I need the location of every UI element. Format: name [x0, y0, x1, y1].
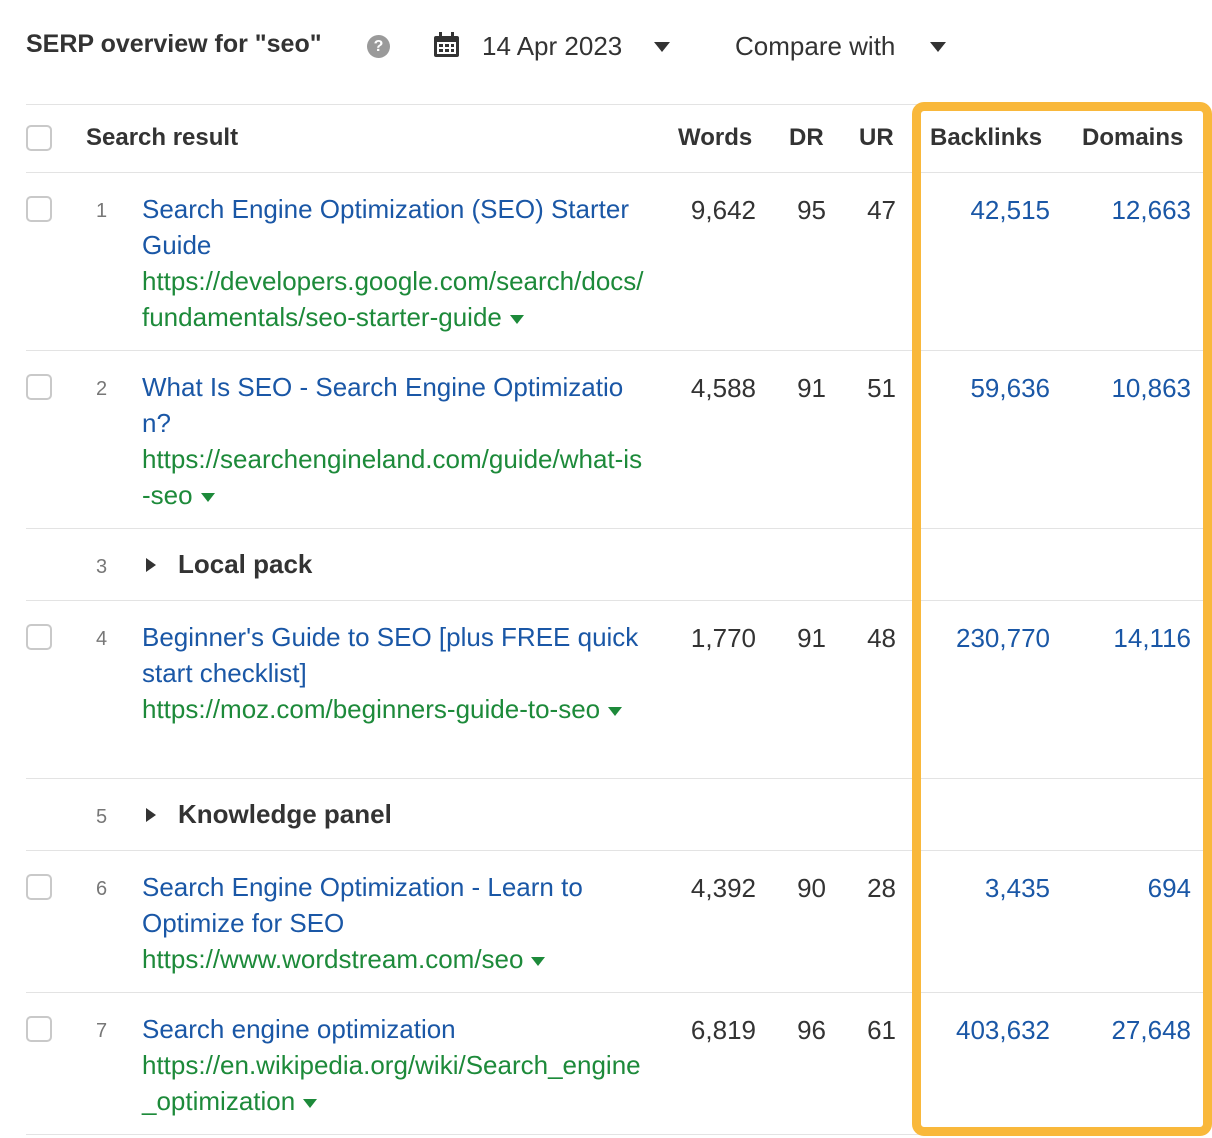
result-url-link[interactable]: https://moz.com/beginners-guide-to-seo	[142, 694, 600, 724]
column-search-result: Search result	[86, 124, 239, 151]
dr-value: 90	[797, 873, 826, 903]
column-dr[interactable]: DR	[789, 124, 824, 152]
result-title-link[interactable]: Beginner's Guide to SEO [plus FREE quick…	[142, 622, 638, 688]
url-dropdown-caret-icon[interactable]	[608, 706, 623, 716]
date-selector[interactable]: 14 Apr 2023	[482, 31, 622, 62]
dr-value: 91	[797, 623, 826, 653]
help-icon[interactable]: ?	[367, 35, 390, 58]
rank-number: 3	[96, 556, 108, 578]
row-checkbox[interactable]	[26, 874, 52, 900]
rank-number: 2	[96, 378, 108, 400]
knowledge-panel-section[interactable]: Knowledge panel	[178, 799, 392, 830]
ur-value: 47	[867, 195, 896, 225]
result-title-link[interactable]: Search engine optimization	[142, 1014, 456, 1044]
dr-value: 95	[797, 195, 826, 225]
url-dropdown-caret-icon[interactable]	[509, 314, 524, 324]
compare-with-dropdown[interactable]: Compare with	[735, 31, 895, 62]
rank-number: 6	[96, 878, 108, 900]
ur-value: 61	[867, 1015, 896, 1045]
row-checkbox[interactable]	[26, 374, 52, 400]
words-value: 4,588	[690, 373, 756, 403]
row-checkbox[interactable]	[26, 196, 52, 222]
result-url-link[interactable]: https://www.wordstream.com/seo	[142, 944, 523, 974]
date-dropdown-caret-icon[interactable]	[654, 42, 670, 52]
result-title-link[interactable]: Search Engine Optimization - Learn to Op…	[142, 872, 583, 938]
row-checkbox[interactable]	[26, 1016, 52, 1042]
words-value: 1,770	[690, 623, 756, 653]
result-url-link[interactable]: https://en.wikipedia.org/wiki/Search_eng…	[142, 1050, 641, 1116]
search-result-item: Search Engine Optimization - Learn to Op…	[142, 869, 632, 977]
rank-number: 1	[96, 200, 108, 222]
rank-number: 5	[96, 806, 108, 828]
words-value: 6,819	[690, 1015, 756, 1045]
url-dropdown-caret-icon[interactable]	[200, 492, 215, 502]
search-result-item: Search Engine Optimization (SEO) Starter…	[142, 191, 648, 335]
result-title-link[interactable]: Search Engine Optimization (SEO) Starter…	[142, 194, 629, 260]
url-dropdown-caret-icon[interactable]	[303, 1098, 318, 1108]
expand-triangle-icon[interactable]	[146, 808, 156, 822]
dr-value: 96	[797, 1015, 826, 1045]
search-result-item: What Is SEO - Search Engine Optimization…	[142, 369, 648, 513]
words-value: 9,642	[690, 195, 756, 225]
result-url-link[interactable]: https://developers.google.com/search/doc…	[142, 266, 644, 332]
search-result-item: Search engine optimization https://en.wi…	[142, 1011, 648, 1119]
ur-value: 28	[867, 873, 896, 903]
backlinks-domains-highlight	[912, 102, 1212, 1136]
result-title-link[interactable]: What Is SEO - Search Engine Optimization…	[142, 372, 623, 438]
result-url-link[interactable]: https://searchengineland.com/guide/what-…	[142, 444, 642, 510]
row-checkbox[interactable]	[26, 624, 52, 650]
calendar-icon[interactable]	[433, 32, 460, 58]
expand-triangle-icon[interactable]	[146, 558, 156, 572]
compare-dropdown-caret-icon[interactable]	[930, 42, 946, 52]
dr-value: 91	[797, 373, 826, 403]
column-words[interactable]: Words	[678, 124, 752, 152]
url-dropdown-caret-icon[interactable]	[531, 956, 546, 966]
words-value: 4,392	[690, 873, 756, 903]
ur-value: 51	[867, 373, 896, 403]
search-result-item: Beginner's Guide to SEO [plus FREE quick…	[142, 619, 648, 727]
page-title: SERP overview for "seo"	[26, 30, 322, 58]
ur-value: 48	[867, 623, 896, 653]
column-ur[interactable]: UR	[859, 124, 894, 152]
rank-number: 4	[96, 628, 108, 650]
local-pack-section[interactable]: Local pack	[178, 549, 312, 580]
select-all-checkbox[interactable]	[26, 125, 52, 151]
rank-number: 7	[96, 1020, 108, 1042]
